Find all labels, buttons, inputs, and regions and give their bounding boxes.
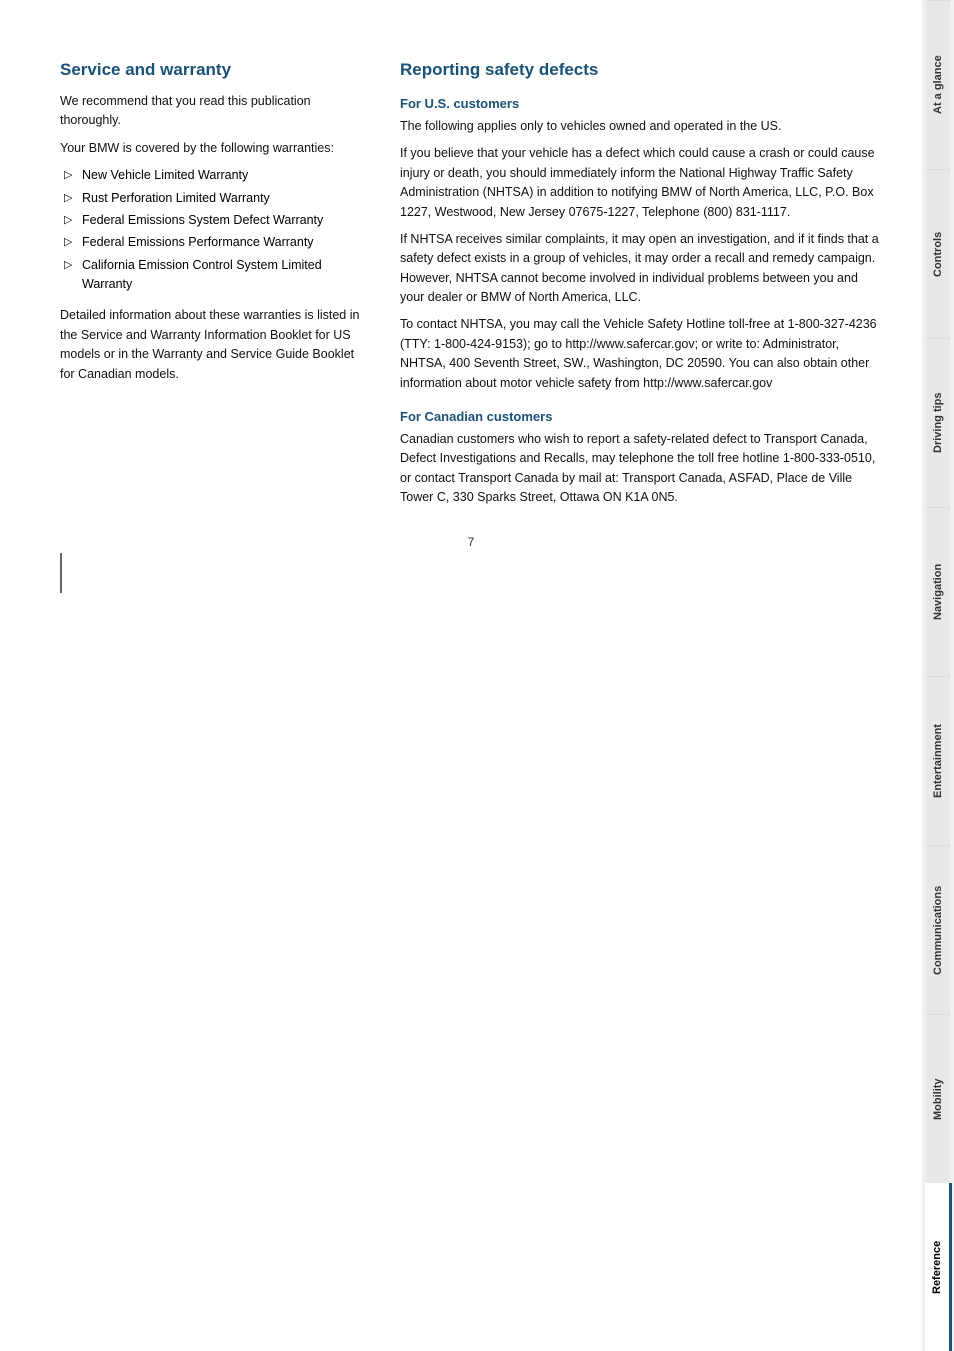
sidebar-tab-controls[interactable]: Controls	[926, 169, 950, 338]
sidebar-tabs: At a glanceControlsDriving tipsNavigatio…	[922, 0, 954, 1351]
reporting-defects-title: Reporting safety defects	[400, 60, 882, 80]
intro-para-1: We recommend that you read this publicat…	[60, 92, 360, 131]
warranty-list: ▷New Vehicle Limited Warranty▷Rust Perfo…	[60, 166, 360, 294]
bullet-item: ▷New Vehicle Limited Warranty	[60, 166, 360, 185]
sidebar-tab-mobility[interactable]: Mobility	[926, 1014, 950, 1183]
service-warranty-title: Service and warranty	[60, 60, 360, 80]
us-para-2: If NHTSA receives similar complaints, it…	[400, 230, 882, 308]
us-para-1: If you believe that your vehicle has a d…	[400, 144, 882, 222]
sidebar-tab-entertainment[interactable]: Entertainment	[926, 676, 950, 845]
closing-para: Detailed information about these warrant…	[60, 306, 360, 384]
bullet-text: Federal Emissions Performance Warranty	[82, 233, 314, 252]
sidebar-tab-navigation[interactable]: Navigation	[926, 507, 950, 676]
canadian-paragraphs: Canadian customers who wish to report a …	[400, 430, 882, 508]
page-number: 7	[60, 535, 882, 593]
bullet-arrow-icon: ▷	[64, 167, 78, 184]
right-column: Reporting safety defects For U.S. custom…	[400, 60, 882, 515]
sidebar-tab-communications[interactable]: Communications	[926, 845, 950, 1014]
bullet-arrow-icon: ▷	[64, 234, 78, 251]
bullet-item: ▷Rust Perforation Limited Warranty	[60, 189, 360, 208]
sidebar-tab-reference[interactable]: Reference	[925, 1183, 952, 1351]
bullet-arrow-icon: ▷	[64, 190, 78, 207]
left-column: Service and warranty We recommend that y…	[60, 60, 360, 515]
bullet-text: California Emission Control System Limit…	[82, 256, 360, 295]
bullet-text: New Vehicle Limited Warranty	[82, 166, 248, 185]
us-paragraphs: The following applies only to vehicles o…	[400, 117, 882, 393]
main-content: Service and warranty We recommend that y…	[0, 0, 922, 1351]
bullet-text: Rust Perforation Limited Warranty	[82, 189, 270, 208]
bullet-arrow-icon: ▷	[64, 257, 78, 274]
canadian-customers-subtitle: For Canadian customers	[400, 409, 882, 424]
intro-para-2: Your BMW is covered by the following war…	[60, 139, 360, 158]
us-para-3: To contact NHTSA, you may call the Vehic…	[400, 315, 882, 393]
bullet-item: ▷Federal Emissions System Defect Warrant…	[60, 211, 360, 230]
canadian-para-0: Canadian customers who wish to report a …	[400, 430, 882, 508]
us-customers-subtitle: For U.S. customers	[400, 96, 882, 111]
bullet-arrow-icon: ▷	[64, 212, 78, 229]
bullet-item: ▷California Emission Control System Limi…	[60, 256, 360, 295]
sidebar-tab-at-a-glance[interactable]: At a glance	[926, 0, 950, 169]
page-line-decoration	[60, 553, 62, 593]
sidebar-tab-driving-tips[interactable]: Driving tips	[926, 338, 950, 507]
bullet-text: Federal Emissions System Defect Warranty	[82, 211, 323, 230]
bullet-item: ▷Federal Emissions Performance Warranty	[60, 233, 360, 252]
us-para-0: The following applies only to vehicles o…	[400, 117, 882, 136]
